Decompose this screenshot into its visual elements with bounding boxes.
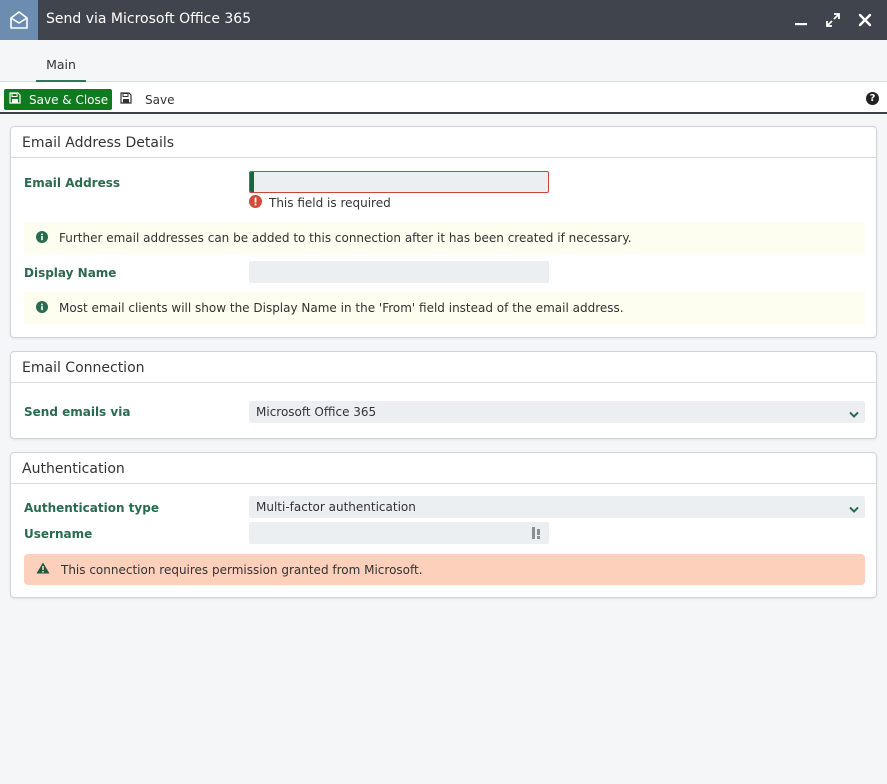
display-name-input[interactable]: [249, 261, 549, 283]
authentication-panel: Authentication Authentication type Multi…: [10, 452, 877, 598]
username-label: Username: [24, 527, 93, 541]
email-error-text: This field is required: [269, 196, 391, 210]
save-and-close-label: Save & Close: [29, 92, 109, 107]
email-error: This field is required: [249, 195, 391, 211]
floppy-disk-icon: [9, 92, 21, 107]
send-emails-via-value: Microsoft Office 365: [256, 405, 377, 419]
info-icon: [36, 300, 48, 316]
error-icon: [249, 195, 262, 211]
floppy-disk-icon: [120, 92, 132, 107]
authentication-type-select[interactable]: Multi-factor authentication: [249, 496, 865, 518]
toolbar: Save & Close Save ?: [0, 82, 887, 114]
minimize-icon[interactable]: [791, 10, 811, 30]
window-title: Send via Microsoft Office 365: [46, 11, 252, 27]
panel-title: Authentication: [11, 453, 876, 484]
permission-warning: This connection requires permission gran…: [24, 554, 865, 585]
save-and-close-button[interactable]: Save & Close: [4, 89, 112, 110]
panel-title: Email Connection: [11, 352, 876, 383]
send-emails-via-select[interactable]: Microsoft Office 365: [249, 401, 865, 423]
username-input[interactable]: [249, 522, 549, 544]
display-name-label: Display Name: [24, 266, 117, 280]
info-box-display-name: Most email clients will show the Display…: [24, 292, 865, 324]
warning-text: This connection requires permission gran…: [61, 562, 423, 577]
info-text: Further email addresses can be added to …: [59, 231, 632, 245]
close-icon[interactable]: [855, 10, 875, 30]
info-box-additional-emails: Further email addresses can be added to …: [24, 222, 865, 254]
panel-title: Email Address Details: [11, 127, 876, 158]
send-emails-via-label: Send emails via: [24, 405, 131, 419]
info-icon: [36, 230, 48, 246]
tab-bar: Main: [0, 40, 887, 82]
focus-bar: [250, 172, 254, 192]
authentication-type-value: Multi-factor authentication: [256, 500, 416, 514]
chevron-down-icon: [849, 408, 859, 422]
warning-icon: [36, 562, 50, 577]
info-text: Most email clients will show the Display…: [59, 301, 624, 315]
house-envelope-icon: [0, 0, 38, 40]
help-icon[interactable]: ?: [866, 92, 879, 105]
email-address-input[interactable]: [249, 171, 549, 193]
save-label: Save: [145, 92, 175, 107]
window-titlebar: Send via Microsoft Office 365: [0, 0, 887, 40]
email-connection-panel: Email Connection Send emails via Microso…: [10, 351, 877, 439]
save-button[interactable]: Save: [116, 89, 176, 110]
tab-main[interactable]: Main: [36, 57, 86, 82]
password-manager-icon[interactable]: [531, 526, 543, 543]
email-address-label: Email Address: [24, 176, 121, 190]
maximize-icon[interactable]: [823, 10, 843, 30]
email-address-details-panel: Email Address Details Email Address This…: [10, 126, 877, 338]
chevron-down-icon: [849, 503, 859, 517]
authentication-type-label: Authentication type: [24, 501, 159, 515]
